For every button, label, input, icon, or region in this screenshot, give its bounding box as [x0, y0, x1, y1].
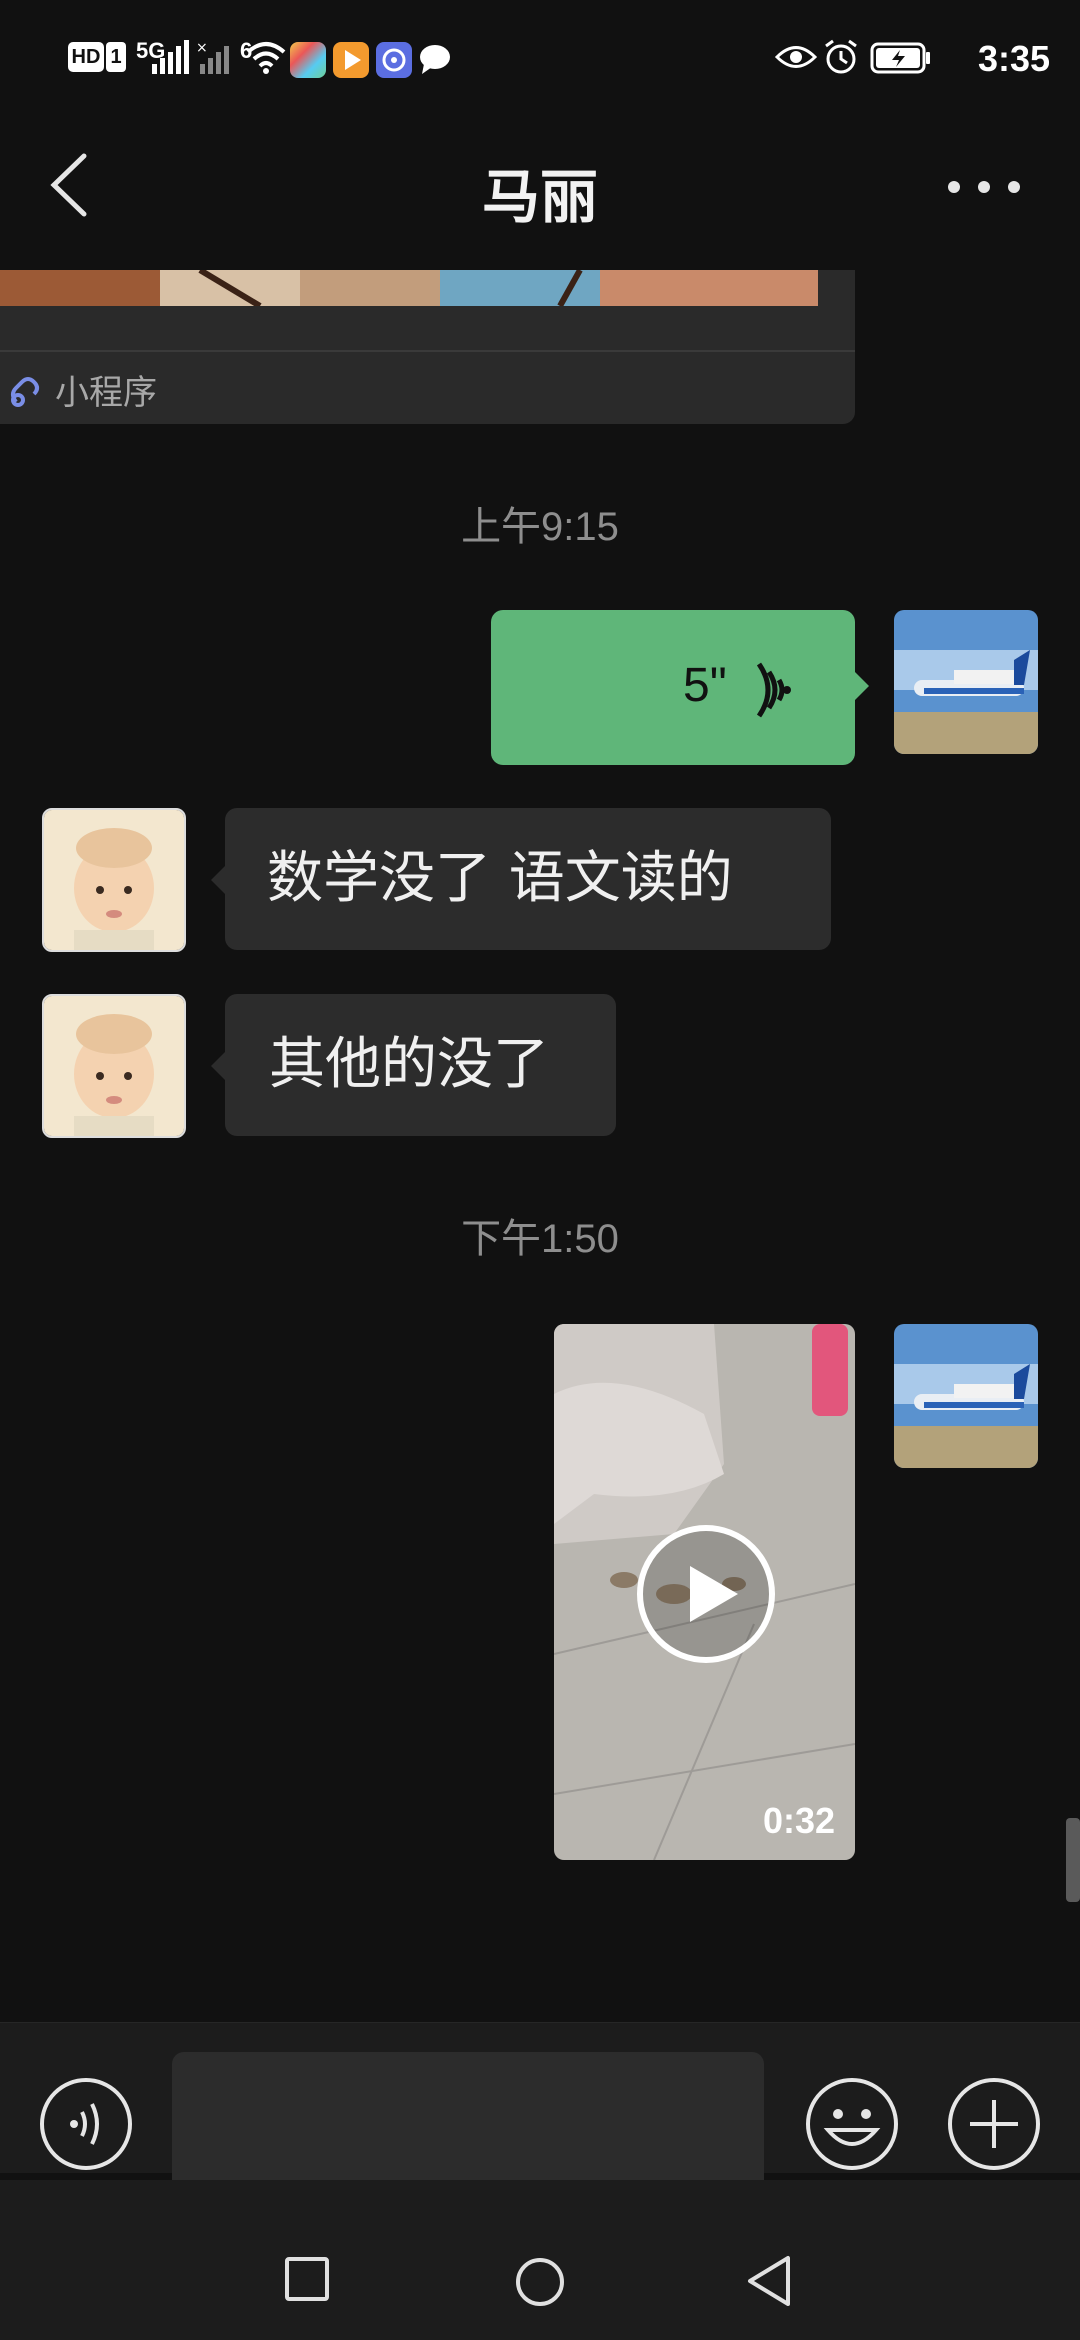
- voice-toggle-button[interactable]: [38, 2076, 134, 2172]
- mini-program-label: 小程序: [55, 373, 157, 413]
- svg-text:×: ×: [196, 40, 208, 56]
- my-avatar[interactable]: [894, 1324, 1038, 1468]
- status-bar: HD 1 5G × 6 3:35: [0, 0, 1080, 120]
- app-notification-icon: [290, 42, 326, 78]
- video-message[interactable]: 0:32: [554, 1324, 855, 1860]
- mini-program-image: [0, 270, 818, 306]
- clock: 3:35: [977, 38, 1050, 79]
- voice-wave-icon: [756, 662, 791, 718]
- incoming-message[interactable]: 数学没了 语文读的: [225, 808, 831, 950]
- signal-icon: [152, 40, 189, 74]
- mini-program-divider: [0, 350, 855, 352]
- chat-title: 马丽: [481, 163, 598, 231]
- message-icon: [420, 45, 450, 74]
- voice-message-bubble[interactable]: 5": [491, 610, 855, 765]
- more-options-button[interactable]: [944, 176, 1024, 198]
- music-app-icon: [376, 42, 412, 78]
- contact-avatar[interactable]: [42, 994, 186, 1138]
- alarm-icon: [825, 39, 857, 74]
- eye-icon: [775, 46, 817, 68]
- bubble-tail: [211, 866, 225, 894]
- message-input[interactable]: [172, 2052, 764, 2192]
- bubble-tail: [211, 1052, 225, 1080]
- video-duration: 0:32: [762, 1800, 835, 1841]
- wifi-icon: [246, 42, 286, 74]
- mini-program-icon: [11, 377, 39, 407]
- signal-2-icon: ×: [196, 40, 229, 74]
- bubble-tail: [855, 672, 869, 700]
- voice-duration: 5": [683, 659, 727, 712]
- scrollbar-thumb[interactable]: [1066, 1818, 1080, 1902]
- my-avatar[interactable]: [894, 610, 1038, 754]
- sim-badge: 1: [106, 42, 126, 72]
- video-app-icon: [333, 42, 369, 78]
- emoji-button[interactable]: [804, 2076, 900, 2172]
- battery-icon: [870, 42, 930, 74]
- hd-badge: HD: [68, 42, 104, 72]
- home-button[interactable]: [514, 2256, 566, 2308]
- timestamp: 下午1:50: [461, 1217, 619, 1261]
- timestamp: 上午9:15: [461, 505, 619, 549]
- play-icon[interactable]: [634, 1522, 778, 1666]
- contact-avatar[interactable]: [42, 808, 186, 952]
- recent-apps-button[interactable]: [284, 2256, 330, 2302]
- plus-button[interactable]: [946, 2076, 1042, 2172]
- nav-back-button[interactable]: [744, 2254, 794, 2308]
- incoming-message[interactable]: 其他的没了: [225, 994, 616, 1136]
